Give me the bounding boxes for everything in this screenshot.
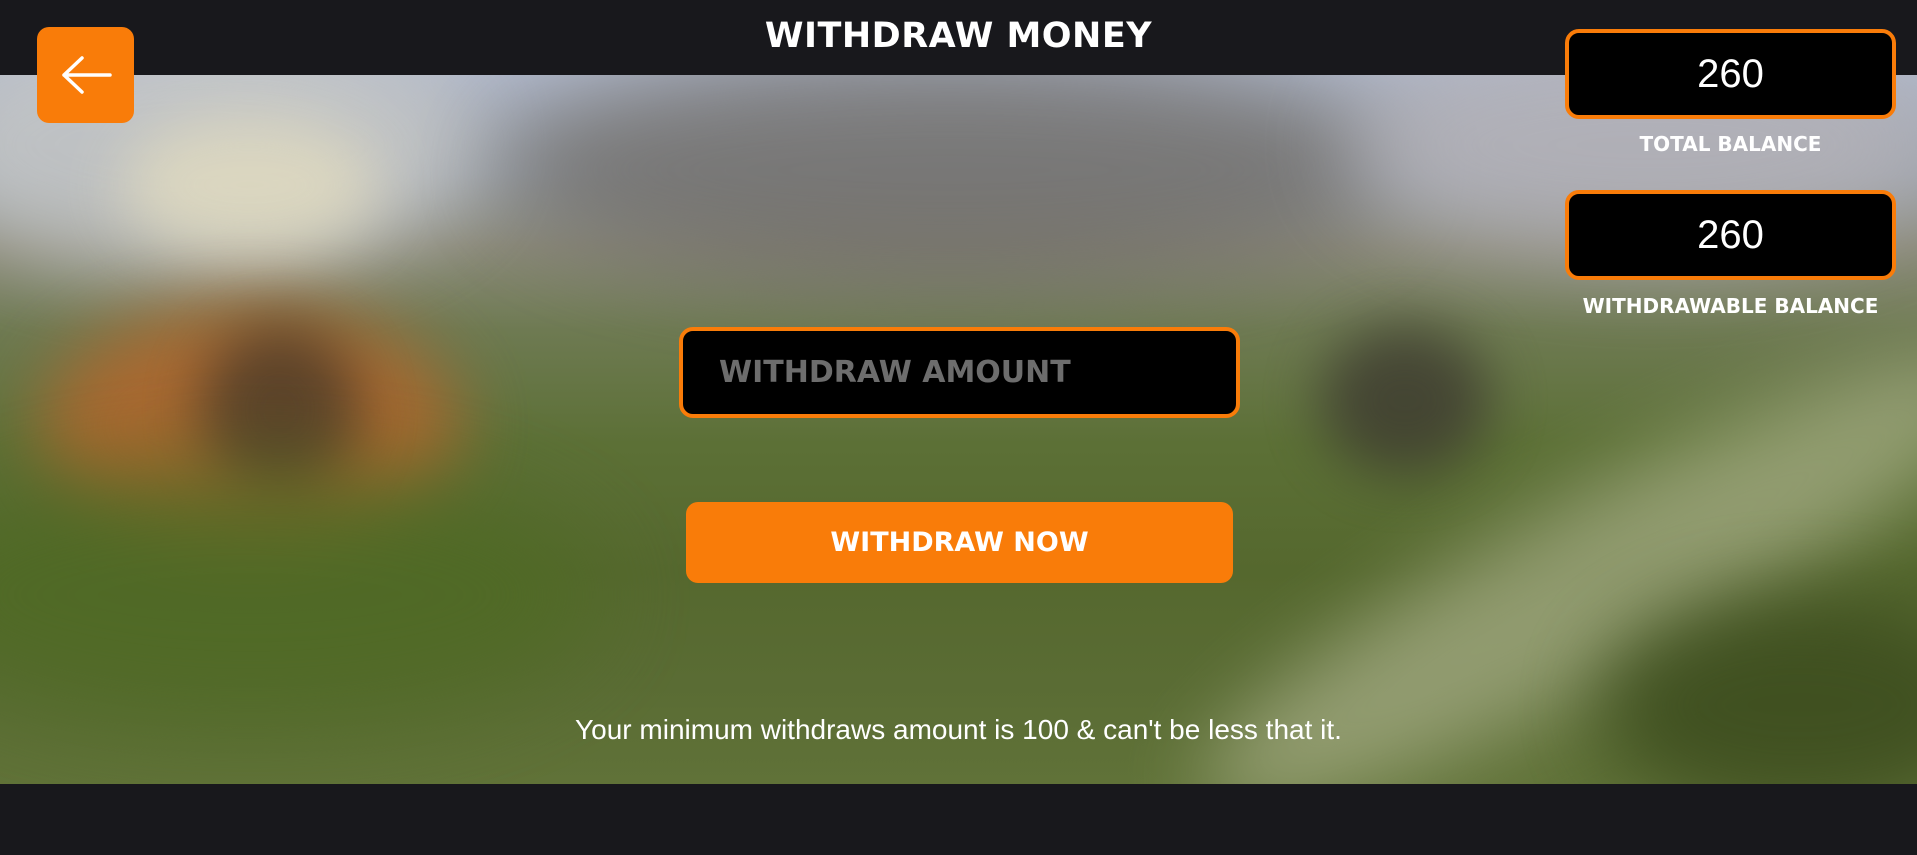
bottom-bar xyxy=(0,784,1917,855)
withdrawable-balance-label: WITHDRAWABLE BALANCE xyxy=(1582,294,1879,318)
total-balance-label: TOTAL BALANCE xyxy=(1639,132,1822,156)
minimum-withdraw-note: Your minimum withdraws amount is 100 & c… xyxy=(575,714,1342,745)
blurred-race-background xyxy=(0,75,1917,784)
withdraw-screen: WITHDRAW MONEY 260 TOTAL BALANCE 260 WIT… xyxy=(0,0,1917,855)
total-balance-value: 260 xyxy=(1565,29,1896,119)
back-button[interactable] xyxy=(37,27,134,123)
withdraw-amount-input[interactable] xyxy=(679,327,1240,418)
withdraw-now-button[interactable]: WITHDRAW NOW xyxy=(686,502,1233,583)
arrow-left-icon xyxy=(60,55,112,95)
withdrawable-balance-value: 260 xyxy=(1565,190,1896,280)
